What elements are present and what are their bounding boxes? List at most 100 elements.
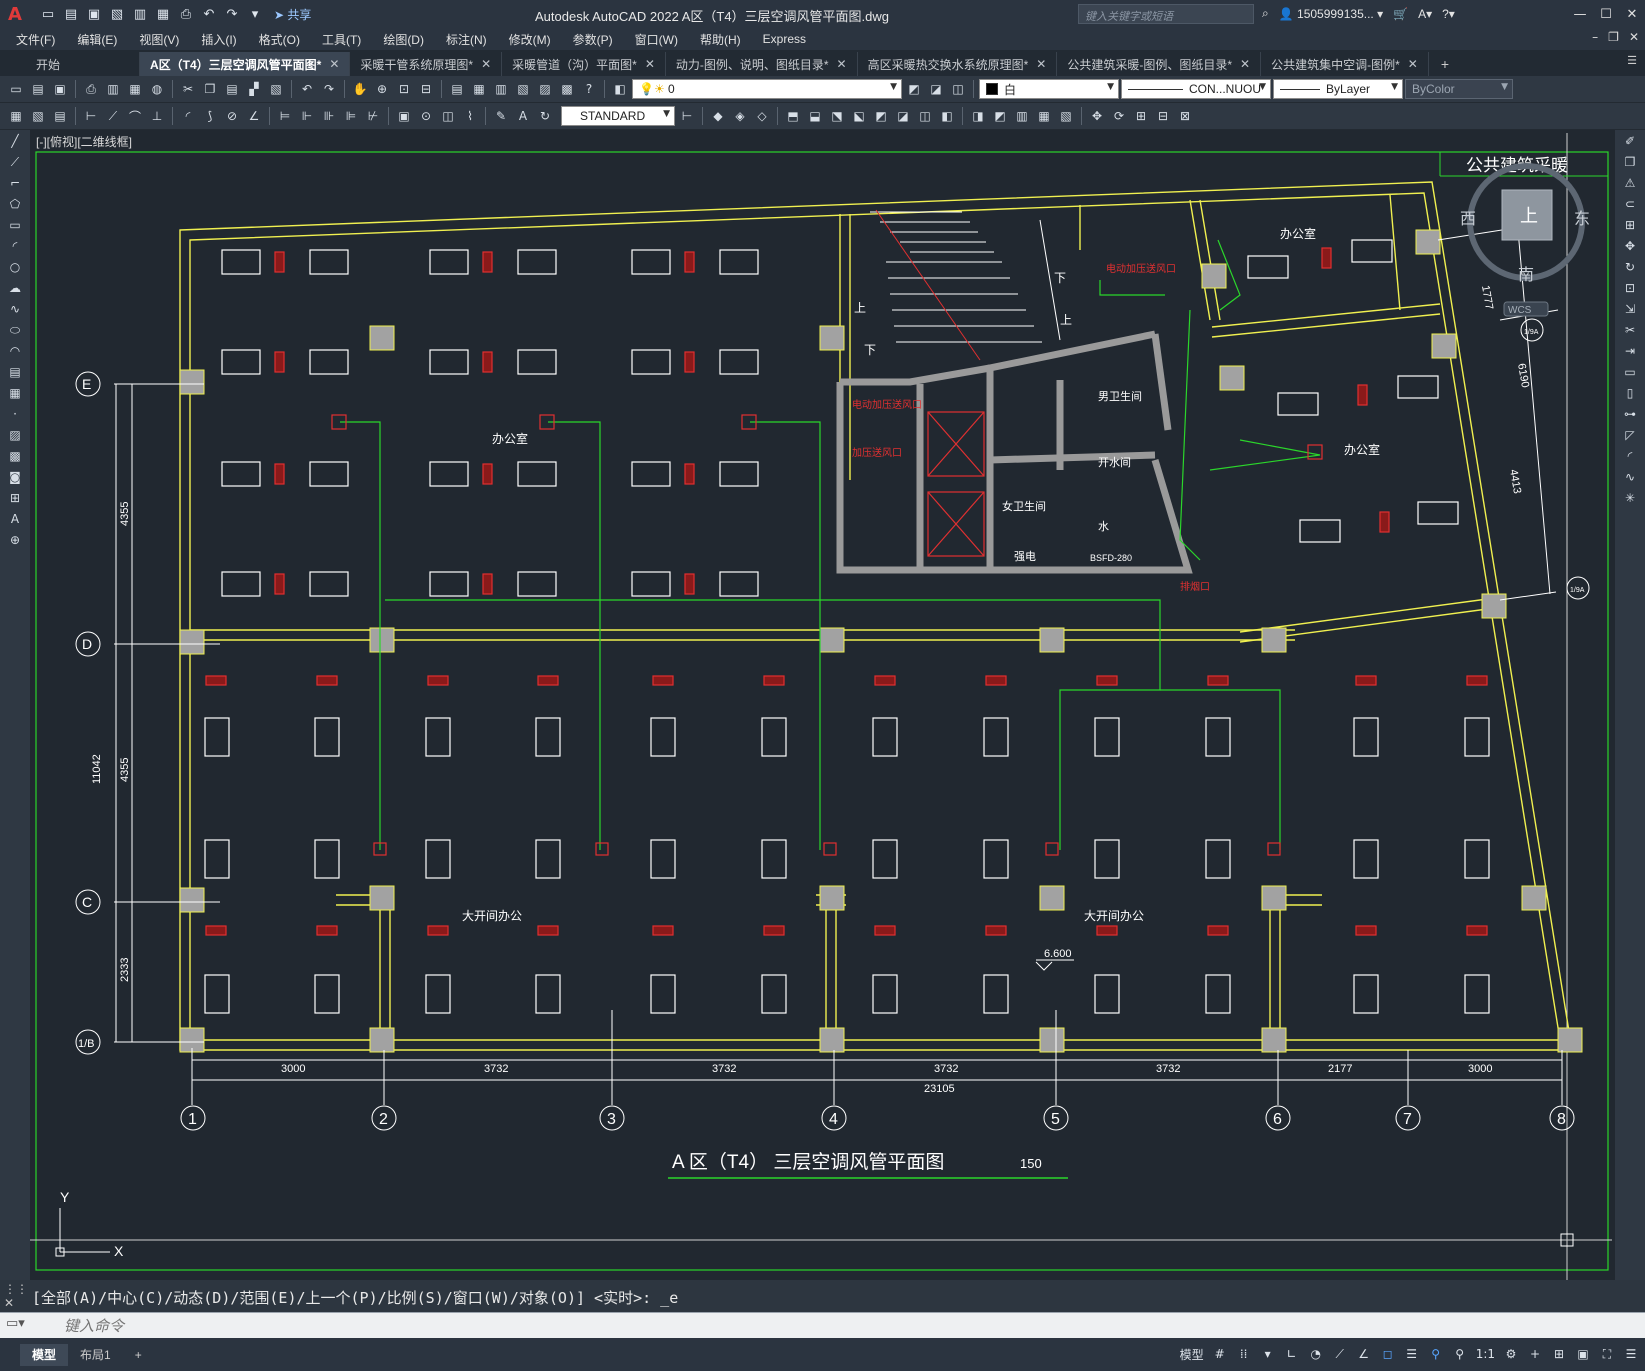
quick-properties-icon[interactable]: ▣ (1573, 1343, 1593, 1365)
trim-icon[interactable]: ✂ (1619, 320, 1641, 340)
close-tab-icon[interactable]: ✕ (1240, 57, 1250, 71)
erase-icon[interactable]: ✐ (1619, 131, 1641, 151)
help-icon[interactable]: ? (579, 79, 599, 99)
rectangle-icon[interactable]: ▭ (4, 215, 26, 235)
section-plane-icon[interactable]: ▥ (1012, 106, 1032, 126)
close-tab-icon[interactable]: ✕ (1408, 57, 1418, 71)
subtract-icon[interactable]: ◫ (915, 106, 935, 126)
convert-to-solid-icon[interactable]: ▧ (1056, 106, 1076, 126)
open-icon[interactable]: ▤ (28, 79, 48, 99)
menu-dimension[interactable]: 标注(N) (446, 31, 487, 48)
stretch-icon[interactable]: ⇲ (1619, 299, 1641, 319)
markup-icon[interactable]: ▨ (535, 79, 555, 99)
sphere-icon[interactable]: ◈ (730, 106, 750, 126)
plotstyle-dropdown[interactable]: ByColor ▼ (1405, 79, 1513, 99)
menu-help[interactable]: 帮助(H) (700, 31, 741, 48)
baseline-icon[interactable]: ⊩ (297, 106, 317, 126)
dimension-space-icon[interactable]: ⊫ (341, 106, 361, 126)
sweep-icon[interactable]: ⬔ (827, 106, 847, 126)
gear-icon[interactable]: ⚙ (1501, 1343, 1521, 1365)
minimize-button[interactable]: — (1567, 0, 1593, 28)
tab-drawing[interactable]: 采暖管道（沟）平面图* ✕ (502, 52, 666, 76)
tool-palettes-icon[interactable]: ▥ (491, 79, 511, 99)
auto-scale-icon[interactable]: ⚲ (1450, 1343, 1470, 1365)
close-button[interactable]: ✕ (1619, 0, 1645, 28)
command-prompt-icon[interactable]: ▭▾ (6, 1316, 25, 1331)
tab-drawing[interactable]: 动力-图例、说明、图纸目录* ✕ (666, 52, 858, 76)
hatch-icon[interactable]: ▨ (4, 425, 26, 445)
help-icon[interactable]: ?▾ (1442, 7, 1455, 21)
units-icon[interactable]: ⊞ (1549, 1343, 1569, 1365)
rotate-icon[interactable]: ↻ (1619, 257, 1641, 277)
tolerance-icon[interactable]: ▣ (394, 106, 414, 126)
polar-icon[interactable]: ◔ (1306, 1343, 1326, 1365)
redo-icon[interactable]: ↷ (319, 79, 339, 99)
jogged-icon[interactable]: ⟆ (200, 106, 220, 126)
print-icon[interactable]: ⎙ (176, 4, 196, 24)
dimension-break-icon[interactable]: ⊬ (363, 106, 383, 126)
zoom-realtime-icon[interactable]: ⊕ (372, 79, 392, 99)
3d-mirror-icon[interactable]: ⊠ (1175, 106, 1195, 126)
polygon-icon[interactable]: ⬠ (4, 194, 26, 214)
insert-block-icon[interactable]: ▤ (4, 362, 26, 382)
design-center-icon[interactable]: ▦ (469, 79, 489, 99)
maximize-button[interactable]: ☐ (1593, 0, 1619, 28)
menu-edit[interactable]: 编辑(E) (77, 31, 117, 48)
tab-drawing[interactable]: 公共建筑集中空调-图例* ✕ (1261, 52, 1429, 76)
close-tab-icon[interactable]: ✕ (1036, 57, 1046, 71)
command-window-grip[interactable]: ⋮⋮ ✕ (4, 1282, 28, 1310)
web-icon[interactable]: ◍ (147, 79, 167, 99)
command-input[interactable] (64, 1316, 1624, 1336)
cylinder-icon[interactable]: ◇ (752, 106, 772, 126)
paste-icon[interactable]: ▤ (222, 79, 242, 99)
menu-format[interactable]: 格式(O) (259, 31, 300, 48)
cut-icon[interactable]: ✂ (178, 79, 198, 99)
layer-states-icon[interactable]: ◫ (948, 79, 968, 99)
doc-minimize-icon[interactable]: – (1592, 30, 1598, 44)
ellipse-arc-icon[interactable]: ◠ (4, 341, 26, 361)
menu-insert[interactable]: 插入(I) (201, 31, 236, 48)
spline-icon[interactable]: ∿ (4, 299, 26, 319)
chamfer-icon[interactable]: ◸ (1619, 425, 1641, 445)
multiline-text-icon[interactable]: A (4, 509, 26, 529)
move-icon[interactable]: ✥ (1619, 236, 1641, 256)
radius-icon[interactable]: ◜ (178, 106, 198, 126)
slice-icon[interactable]: ◩ (990, 106, 1010, 126)
viewcube-compass-east[interactable]: 东 (1574, 210, 1590, 228)
copy-icon[interactable]: ❐ (200, 79, 220, 99)
publish-icon[interactable]: ▥ (130, 4, 150, 24)
3d-move-icon[interactable]: ✥ (1087, 106, 1107, 126)
cart-icon[interactable]: 🛒 (1393, 7, 1408, 21)
circle-icon[interactable]: ○ (4, 257, 26, 277)
offset-icon[interactable]: ⊂ (1619, 194, 1641, 214)
drawing-canvas[interactable]: [-][俯视][二维线框] 公共建筑采暖 办公室 办公室 办公室 大开间办公 大… (30, 130, 1615, 1280)
revision-cloud-icon[interactable]: ☁ (4, 278, 26, 298)
pan-icon[interactable]: ✋ (350, 79, 370, 99)
zoom-previous-icon[interactable]: ⊟ (416, 79, 436, 99)
match-properties-icon[interactable]: ▞ (244, 79, 264, 99)
add-layout-button[interactable]: + (123, 1344, 154, 1366)
object-snap-tracking-icon[interactable]: ∠ (1354, 1343, 1374, 1365)
box-icon[interactable]: ◆ (708, 106, 728, 126)
layer-properties-icon[interactable]: ◧ (610, 79, 630, 99)
sheet-set-icon[interactable]: ▧ (513, 79, 533, 99)
save-icon[interactable]: ▣ (84, 4, 104, 24)
dimension-update-icon[interactable]: ↻ (535, 106, 555, 126)
annotation-scale[interactable]: 1:1 (1474, 1343, 1497, 1365)
save-icon[interactable]: ▣ (50, 79, 70, 99)
tab-model[interactable]: 模型 (20, 1343, 69, 1366)
continue-icon[interactable]: ⊪ (319, 106, 339, 126)
redo-icon[interactable]: ↷ (222, 4, 242, 24)
construction-line-icon[interactable]: ⟋ (4, 152, 26, 172)
center-mark-icon[interactable]: ⊙ (416, 106, 436, 126)
close-tab-icon[interactable]: ✕ (837, 57, 847, 71)
customize-qat-icon[interactable]: ▾ (245, 4, 265, 24)
3d-align-icon[interactable]: ⊞ (1131, 106, 1151, 126)
union-icon[interactable]: ◪ (893, 106, 913, 126)
loft-icon[interactable]: ◩ (871, 106, 891, 126)
polyline-icon[interactable]: ⌐ (4, 173, 26, 193)
doc-close-icon[interactable]: ✕ (1629, 30, 1639, 44)
tab-drawing[interactable]: 采暖干管系统原理图* ✕ (350, 52, 503, 76)
jogged-linear-icon[interactable]: ⌇ (460, 106, 480, 126)
dimension-style-icon[interactable]: ⊢ (677, 106, 697, 126)
